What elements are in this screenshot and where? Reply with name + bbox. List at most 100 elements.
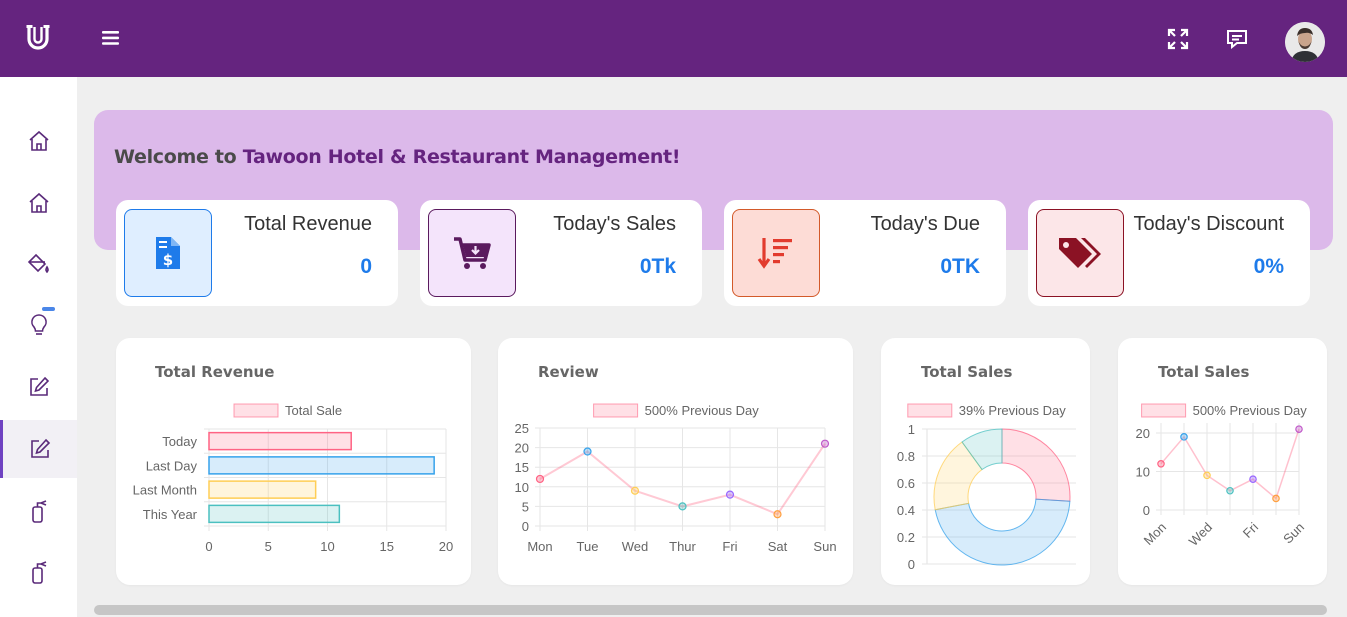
y-tick-label: 10 [515, 480, 529, 495]
legend-label: 500% Previous Day [1193, 403, 1308, 418]
sidebar-item-edit-active[interactable] [0, 420, 77, 478]
paint-bucket-icon [27, 253, 49, 274]
sidebar-item-paint[interactable] [0, 235, 77, 293]
stat-value: 0Tk [639, 255, 676, 278]
stat-card-total-revenue: $ Total Revenue 0 [116, 200, 398, 306]
data-point [1180, 433, 1188, 441]
data-point [820, 439, 830, 448]
bar [208, 431, 352, 451]
stat-value: 0TK [940, 255, 980, 278]
data-point [678, 502, 687, 511]
chart-card-total-sales-line: Total Sales 500% Previous Day 0 10 20 Mon Wed… [1118, 338, 1327, 585]
x-tick-label: Wed [622, 539, 649, 554]
data-point [535, 474, 545, 484]
stat-icon-box: $ [124, 209, 212, 297]
sidebar-item-fire-safety[interactable] [0, 482, 77, 540]
stat-label: Today's Sales [553, 213, 676, 235]
x-tick-label: Fri [1240, 519, 1261, 540]
donut-slice [1001, 428, 1071, 502]
y-tick-label: Today [162, 434, 197, 449]
user-avatar[interactable] [1285, 22, 1325, 62]
stat-value: 0% [1253, 255, 1284, 278]
x-tick-label: Mon [527, 539, 552, 554]
svg-text:$: $ [163, 251, 173, 269]
sidebar-item-ideas[interactable] [0, 296, 77, 354]
legend-label: 500% Previous Day [645, 403, 760, 418]
sidebar-item-edit[interactable] [0, 358, 77, 416]
edit-icon [31, 438, 51, 458]
edit-icon [29, 376, 49, 396]
welcome-prefix: Welcome to [114, 146, 243, 168]
x-tick-label: 15 [380, 539, 394, 554]
donut-slice [934, 498, 1071, 566]
y-tick-label: 1 [908, 422, 915, 437]
x-tick-label: Thur [669, 539, 696, 554]
sort-amount-down-icon [757, 238, 792, 269]
data-point [773, 510, 782, 519]
fire-extinguisher-icon [31, 561, 46, 584]
stat-icon-box [1036, 209, 1124, 297]
stat-label: Total Revenue [244, 213, 372, 235]
legend-swatch [907, 403, 953, 418]
legend-swatch [1141, 403, 1187, 418]
stat-label: Today's Discount [1133, 213, 1284, 235]
x-tick-label: Sun [813, 539, 836, 554]
y-tick-label: 5 [522, 499, 529, 514]
y-tick-label: 0 [1143, 503, 1150, 518]
message-icon[interactable] [1223, 25, 1251, 53]
data-point [725, 490, 735, 499]
x-tick-label: Tue [577, 539, 599, 554]
legend-label: 39% Previous Day [959, 403, 1066, 418]
chart-card-total-revenue: Total Revenue Total Sale 0 5 10 15 20 Today Las… [116, 338, 471, 585]
y-tick-label: 0 [908, 557, 915, 572]
y-tick-label: This Year [143, 507, 198, 522]
review-line-chart: 500% Previous Day 0 5 10 15 20 25 Mon Tue Wed Thur… [515, 403, 837, 554]
x-tick-label: 20 [439, 539, 453, 554]
legend-swatch [593, 403, 639, 418]
top-navbar [0, 0, 1347, 77]
data-point [1249, 475, 1257, 484]
data-point [1157, 460, 1165, 468]
data-point [1272, 494, 1280, 503]
x-tick-label: 0 [205, 539, 212, 554]
lightbulb-icon [30, 314, 47, 335]
data-point [1203, 471, 1211, 480]
bar [208, 504, 341, 524]
data-point [630, 486, 640, 495]
sidebar-item-home-2[interactable] [0, 174, 77, 232]
legend-label: Total Sale [285, 403, 342, 418]
y-tick-label: 0.8 [897, 449, 915, 464]
stat-card-todays-discount: Today's Discount 0% [1028, 200, 1310, 306]
bar [208, 456, 435, 475]
fire-extinguisher-icon [31, 500, 46, 523]
magnet-logo-icon[interactable] [22, 22, 54, 54]
data-point [583, 447, 592, 456]
x-tick-label: Sun [1280, 520, 1307, 547]
data-point [1295, 425, 1303, 433]
x-tick-label: Fri [722, 539, 737, 554]
sales-line-chart: 500% Previous Day 0 10 20 Mon Wed Fri Sun [1136, 403, 1308, 549]
y-tick-label: 0.2 [897, 530, 915, 545]
stat-card-todays-due: Today's Due 0TK [724, 200, 1006, 306]
fullscreen-icon[interactable] [1164, 25, 1192, 53]
sales-doughnut-chart: 39% Previous Day 0 0.2 0.4 0.6 0.8 1 [897, 403, 1076, 572]
sidebar-item-home[interactable] [0, 112, 77, 170]
y-tick-label: 0 [522, 519, 529, 534]
stat-value: 0 [360, 255, 372, 278]
cart-download-icon [454, 237, 491, 269]
stat-icon-box [732, 209, 820, 297]
y-tick-label: 0.4 [897, 503, 915, 518]
invoice-dollar-icon: $ [156, 237, 180, 269]
y-tick-label: 10 [1136, 465, 1150, 480]
x-tick-label: Sat [768, 539, 788, 554]
home-icon [28, 130, 49, 151]
stat-card-todays-sales: Today's Sales 0Tk [420, 200, 702, 306]
y-tick-label: Last Day [146, 458, 198, 473]
bar [208, 480, 317, 499]
y-tick-label: 0.6 [897, 476, 915, 491]
chart-card-total-sales-donut: Total Sales 39% Previous Day 0 0.2 0.4 0.6 0.… [881, 338, 1090, 585]
hamburger-menu-icon[interactable] [98, 25, 124, 51]
y-tick-label: 15 [515, 460, 529, 475]
horizontal-scrollbar[interactable] [94, 605, 1327, 615]
sidebar-item-fire-safety-2[interactable] [0, 543, 77, 601]
